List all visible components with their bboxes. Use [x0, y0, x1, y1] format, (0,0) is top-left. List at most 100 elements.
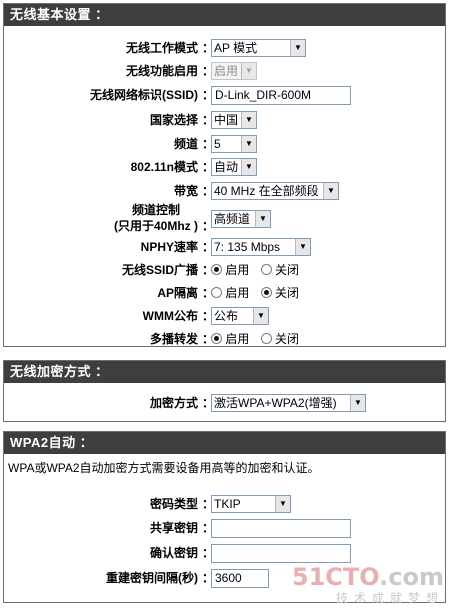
rekey-interval-label: 重建密钥间隔(秒) [106, 571, 198, 585]
dropdown-arrow-icon: ▼ [295, 239, 310, 255]
dropdown-arrow-icon: ▼ [275, 496, 290, 512]
wireless-enable-value: 启用 [214, 64, 239, 78]
dropdown-arrow-icon: ▼ [241, 63, 256, 79]
multicast-enable-option[interactable]: 启用 [211, 330, 249, 348]
watermark-brand: 51CTO.com [292, 563, 444, 591]
wpa2-header: WPA2自动 ： [4, 432, 445, 454]
ap-isolation-enable-text: 启用 [225, 286, 250, 300]
channel-label: 频道 [173, 137, 198, 151]
dropdown-arrow-icon: ▼ [241, 112, 256, 128]
confirm-key-input[interactable] [211, 544, 351, 563]
multicast-enable-text: 启用 [225, 332, 250, 346]
work-mode-label: 无线工作模式 [125, 41, 198, 55]
row-wireless-enable: 无线功能启用 ： 启用 ▼ [4, 61, 445, 81]
wireless-basic-header: 无线基本设置 ： [4, 4, 445, 26]
wmm-value: 公布 [214, 309, 239, 323]
wmm-select[interactable]: 公布 ▼ [211, 307, 269, 325]
encryption-header: 无线加密方式 ： [4, 361, 445, 383]
multicast-disable-option[interactable]: 关闭 [260, 330, 300, 348]
wpa2-note: WPA或WPA2自动加密方式需要设备用高等的加密和认证。 [8, 461, 320, 475]
channel-control-select[interactable]: 高频道 ▼ [211, 210, 271, 228]
radio-selected-icon[interactable] [260, 287, 272, 298]
row-ap-isolation: AP隔离 ： 启用 关闭 [4, 283, 445, 303]
80211n-mode-value: 自动 [214, 160, 239, 174]
rekey-interval-input[interactable]: 3600 [211, 569, 269, 588]
row-ssid: 无线网络标识(SSID) ： D-Link_DIR-600M [4, 85, 445, 105]
80211n-mode-label: 802.11n模式 [130, 160, 198, 174]
row-80211n-mode: 802.11n模式 ： 自动 ▼ [4, 157, 445, 177]
wmm-label: WMM公布 [142, 309, 198, 323]
watermark-slogan: 技术成就梦想 [335, 591, 444, 605]
work-mode-select[interactable]: AP 模式 ▼ [211, 39, 306, 57]
encryption-method-select[interactable]: 激活WPA+WPA2(增强) ▼ [211, 394, 366, 412]
dropdown-arrow-icon: ▼ [255, 211, 270, 227]
dropdown-arrow-icon: ▼ [253, 308, 268, 324]
ssid-broadcast-disable-text: 关闭 [275, 263, 300, 277]
psk-input[interactable] [211, 519, 351, 538]
channel-value: 5 [214, 137, 221, 151]
country-label: 国家选择 [149, 113, 198, 127]
multicast-disable-text: 关闭 [275, 332, 300, 346]
multicast-label: 多播转发 [149, 332, 198, 346]
watermark-logo: 51CTO.com 技术成就梦想 [292, 563, 444, 606]
row-work-mode: 无线工作模式 ： AP 模式 ▼ [4, 38, 445, 58]
wireless-basic-section: 无线基本设置 ： 无线工作模式 ： AP 模式 ▼ 无线功能启用 ： 启用 ▼ 无线… [3, 3, 446, 347]
country-select[interactable]: 中国 ▼ [211, 111, 257, 129]
row-ssid-broadcast: 无线SSID广播 ： 启用 关闭 [4, 260, 445, 280]
cipher-type-label: 密码类型 [149, 497, 198, 511]
row-confirm-key: 确认密钥 ： [4, 543, 445, 563]
ssid-broadcast-enable-option[interactable]: 启用 [211, 261, 249, 279]
confirm-key-label: 确认密钥 [149, 546, 198, 560]
nphy-rate-value: 7: 135 Mbps [214, 240, 281, 254]
ap-isolation-disable-option[interactable]: 关闭 [260, 284, 300, 302]
ssid-input[interactable]: D-Link_DIR-600M [211, 86, 351, 105]
row-channel-control: 频道控制 (只用于40Mhz ) ： 高频道 ▼ [4, 202, 445, 236]
ap-isolation-disable-text: 关闭 [275, 286, 300, 300]
wireless-enable-label: 无线功能启用 [125, 64, 198, 78]
radio-selected-icon[interactable] [211, 264, 222, 275]
ap-isolation-enable-option[interactable]: 启用 [211, 284, 249, 302]
dropdown-arrow-icon: ▼ [290, 40, 305, 56]
encryption-section: 无线加密方式 ： 加密方式 ： 激活WPA+WPA2(增强) ▼ [3, 360, 446, 422]
row-psk: 共享密钥 ： [4, 518, 445, 538]
channel-control-label-line1: 频道控制 [131, 203, 180, 217]
country-value: 中国 [214, 113, 239, 127]
row-multicast: 多播转发 ： 启用 关闭 [4, 329, 445, 349]
row-encryption-method: 加密方式 ： 激活WPA+WPA2(增强) ▼ [4, 393, 445, 413]
channel-control-label-line2: (只用于40Mhz ) [113, 219, 198, 233]
radio-unselected-icon[interactable] [211, 287, 222, 298]
channel-control-value: 高频道 [214, 212, 251, 226]
nphy-rate-select[interactable]: 7: 135 Mbps ▼ [211, 238, 311, 256]
watermark-brand-b: .com [379, 563, 444, 591]
dropdown-arrow-icon: ▼ [350, 395, 365, 411]
ssid-broadcast-enable-text: 启用 [225, 263, 250, 277]
bandwidth-label: 带宽 [173, 184, 198, 198]
channel-select[interactable]: 5 ▼ [211, 135, 257, 153]
psk-label: 共享密钥 [149, 521, 198, 535]
watermark-brand-a: 51CTO [291, 563, 380, 591]
row-wmm: WMM公布 ： 公布 ▼ [4, 306, 445, 326]
ssid-broadcast-disable-option[interactable]: 关闭 [260, 261, 300, 279]
row-bandwidth: 带宽 ： 40 MHz 在全部频段 ▼ [4, 181, 445, 201]
channel-control-label: 频道控制 (只用于40Mhz ) [114, 202, 198, 234]
dropdown-arrow-icon: ▼ [241, 136, 256, 152]
bandwidth-select[interactable]: 40 MHz 在全部频段 ▼ [211, 182, 339, 200]
cipher-type-value: TKIP [214, 497, 241, 511]
encryption-method-value: 激活WPA+WPA2(增强) [214, 396, 337, 410]
nphy-rate-label: NPHY速率 [140, 240, 198, 254]
radio-unselected-icon[interactable] [260, 264, 272, 275]
wireless-enable-select: 启用 ▼ [211, 62, 257, 80]
row-channel: 频道 ： 5 ▼ [4, 134, 445, 154]
dropdown-arrow-icon: ▼ [323, 183, 338, 199]
ssid-label: 无线网络标识(SSID) [89, 88, 198, 102]
row-cipher-type: 密码类型 ： TKIP ▼ [4, 494, 445, 514]
radio-selected-icon[interactable] [211, 333, 222, 344]
encryption-method-label: 加密方式 [149, 396, 198, 410]
work-mode-value: AP 模式 [214, 41, 258, 55]
80211n-mode-select[interactable]: 自动 ▼ [211, 158, 257, 176]
dropdown-arrow-icon: ▼ [241, 159, 256, 175]
row-country: 国家选择 ： 中国 ▼ [4, 110, 445, 130]
ap-isolation-label: AP隔离 [157, 286, 198, 300]
cipher-type-select[interactable]: TKIP ▼ [211, 495, 291, 513]
radio-unselected-icon[interactable] [260, 333, 272, 344]
